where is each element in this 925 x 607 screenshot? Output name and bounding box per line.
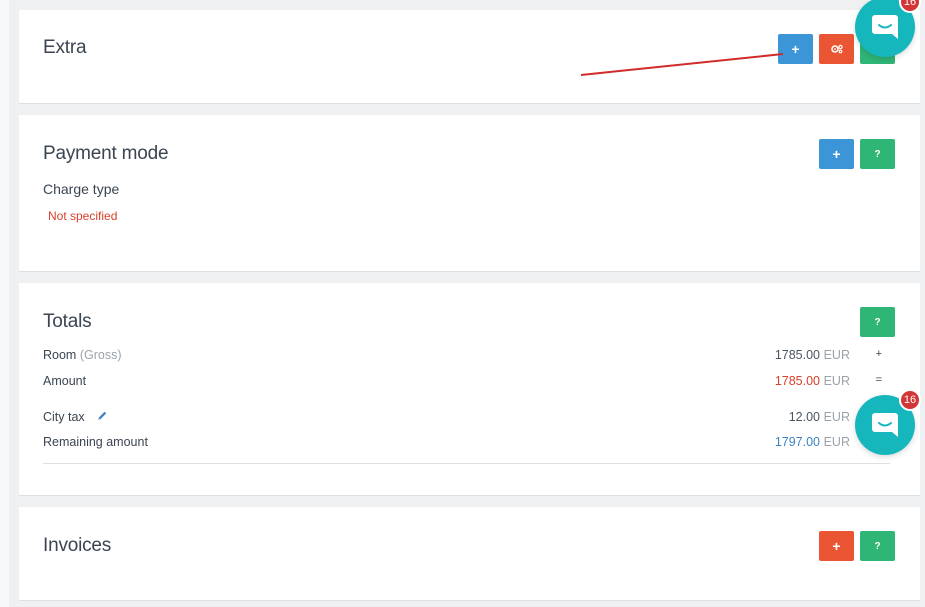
chat-icon: [872, 15, 898, 39]
annotation-arrow: [580, 53, 784, 76]
chat-icon: [872, 413, 898, 437]
page: Extra + Payment mode + ? Charge type Not…: [0, 0, 925, 607]
chat-widget-button-secondary[interactable]: 16: [855, 389, 921, 455]
chat-unread-badge: 16: [899, 389, 921, 411]
